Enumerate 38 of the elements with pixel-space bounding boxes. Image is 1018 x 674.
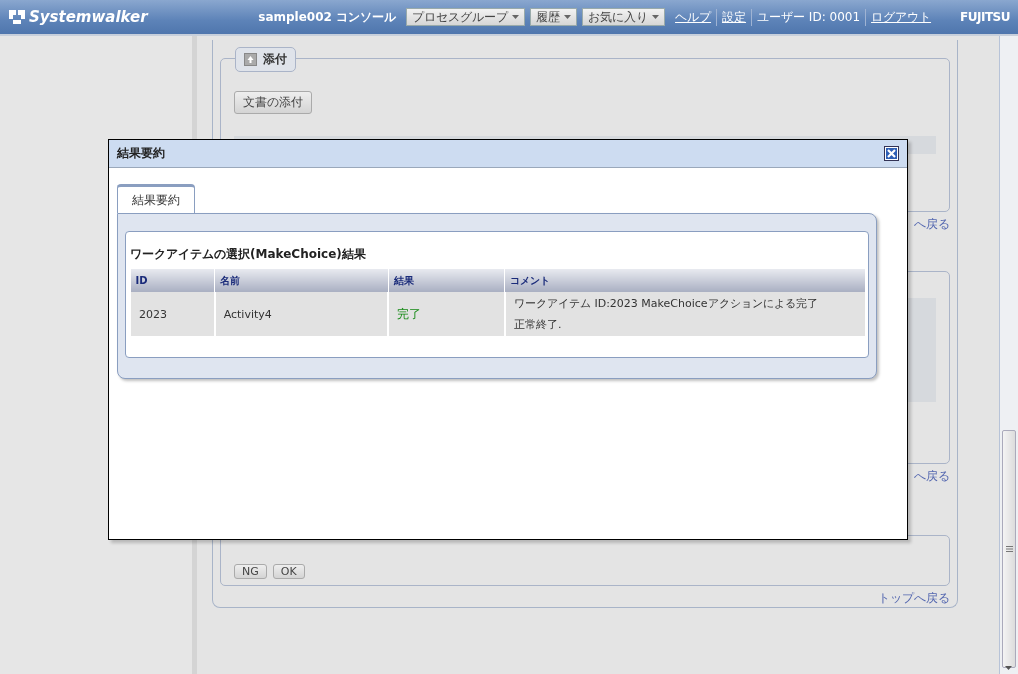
brand-logo: FUJITSU <box>960 10 1010 24</box>
back-to-top-link[interactable]: へ戻る <box>914 468 950 486</box>
caret-icon <box>512 15 520 19</box>
status-cell: 完了 <box>388 292 505 336</box>
scrollbar-thumb[interactable] <box>1002 430 1016 668</box>
user-id: ユーザー ID: 0001 <box>751 8 866 26</box>
grip-icon <box>1005 546 1013 552</box>
menu-dropdown[interactable]: プロセスグループ <box>406 8 526 26</box>
logo-icon <box>8 9 26 25</box>
column-header: コメント <box>504 269 865 292</box>
tab[interactable]: 結果要約 <box>117 184 195 213</box>
up-arrow-icon <box>244 53 257 66</box>
menu-dropdown[interactable]: お気に入り <box>582 8 666 26</box>
column-header: ID <box>130 269 215 292</box>
back-to-top-link[interactable]: へ戻る <box>914 215 950 233</box>
column-header: 名前 <box>214 269 389 292</box>
dialog-title: 結果要約 <box>117 145 165 162</box>
attach-button[interactable]: 文書の添付 <box>234 91 312 114</box>
legend-text: 添付 <box>263 51 287 68</box>
scrollbar[interactable] <box>999 36 1018 674</box>
decision-button[interactable]: NG <box>234 564 267 579</box>
caret-icon <box>564 15 572 19</box>
header-link[interactable]: 設定 <box>716 8 752 26</box>
comment-cell: ワークアイテム ID:2023 MakeChoiceアクションによる完了 正常終了. <box>504 292 865 336</box>
back-to-top-link[interactable]: トップへ戻る <box>878 590 950 607</box>
console-title: sample002 コンソール <box>258 8 397 26</box>
header-link[interactable]: ログアウト <box>865 8 937 26</box>
close-icon[interactable] <box>884 146 899 161</box>
decision-button[interactable]: OK <box>272 564 305 579</box>
table-cell: 2023 <box>130 292 215 336</box>
result-heading: ワークアイテムの選択(MakeChoice)結果 <box>130 246 367 263</box>
menu-dropdown[interactable]: 履歴 <box>530 8 578 26</box>
scroll-down-icon[interactable] <box>1005 666 1012 670</box>
column-header: 結果 <box>388 269 505 292</box>
header-link[interactable]: ヘルプ <box>670 8 717 26</box>
logo-text: Systemwalker <box>29 8 148 26</box>
caret-icon <box>652 15 660 19</box>
table-cell: Activity4 <box>214 292 389 336</box>
